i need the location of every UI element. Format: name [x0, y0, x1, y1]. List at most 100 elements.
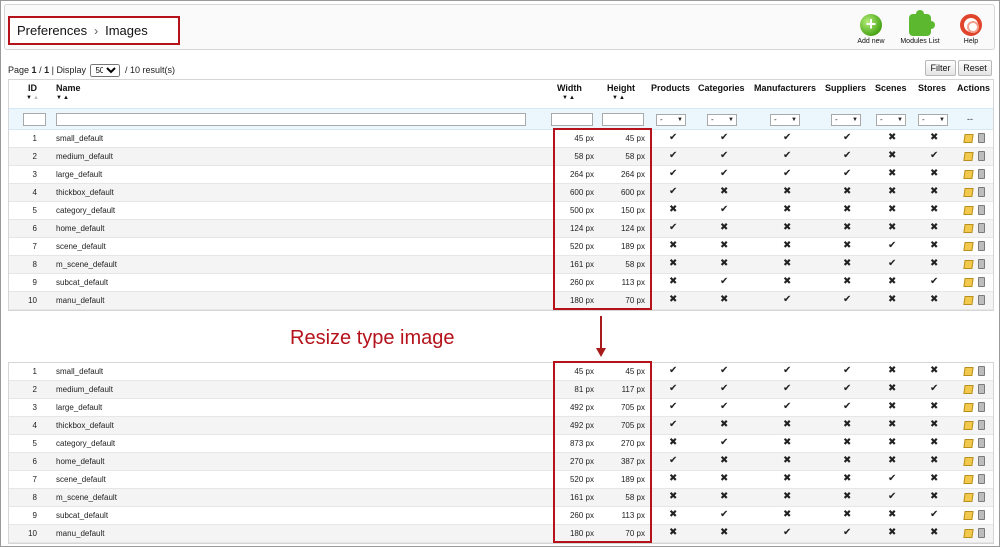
table-row[interactable]: 6 home_default 124 px 124 px ✔ ✖ ✖ ✖ ✖ ✖: [9, 220, 993, 238]
trash-icon[interactable]: [978, 169, 985, 179]
table-row[interactable]: 10 manu_default 180 px 70 px ✖ ✖ ✔ ✔ ✖ ✖: [9, 292, 993, 310]
cell-name: home_default: [56, 457, 105, 466]
table-row[interactable]: 3 large_default 264 px 264 px ✔ ✔ ✔ ✔ ✖ ✖: [9, 166, 993, 184]
sort-name-icon[interactable]: ▼▲: [56, 95, 70, 101]
filter-manufacturers-select[interactable]: -: [770, 114, 800, 126]
cross-icon: ✖: [843, 240, 852, 251]
trash-icon[interactable]: [978, 151, 985, 161]
col-name[interactable]: Name: [56, 83, 81, 93]
col-id[interactable]: ID: [28, 83, 37, 93]
display-count-select[interactable]: 50: [90, 64, 121, 77]
sort-height-icon[interactable]: ▼▲: [612, 95, 626, 101]
sort-width-icon[interactable]: ▼▲: [562, 95, 576, 101]
check-icon: ✔: [843, 168, 852, 179]
table-body-before: 1 small_default 45 px 45 px ✔ ✔ ✔ ✔ ✖ ✖ 2 medium_de…: [9, 130, 993, 310]
trash-icon[interactable]: [978, 366, 985, 376]
cell-id: 3: [32, 403, 37, 412]
filter-width-input[interactable]: [551, 113, 593, 126]
puzzle-icon: [909, 10, 935, 36]
table-row[interactable]: 7 scene_default 520 px 189 px ✖ ✖ ✖ ✖ ✔ ✖: [9, 471, 993, 489]
table-row[interactable]: 3 large_default 492 px 705 px ✔ ✔ ✔ ✔ ✖ ✖: [9, 399, 993, 417]
trash-icon[interactable]: [978, 456, 985, 466]
filter-suppliers-select[interactable]: -: [831, 114, 861, 126]
table-row[interactable]: 8 m_scene_default 161 px 58 px ✖ ✖ ✖ ✖ ✔ ✖: [9, 489, 993, 507]
edit-icon[interactable]: [963, 134, 974, 143]
trash-icon[interactable]: [978, 420, 985, 430]
cross-icon: ✖: [720, 222, 729, 233]
trash-icon[interactable]: [978, 384, 985, 394]
edit-icon[interactable]: [963, 260, 974, 269]
check-icon: ✔: [888, 491, 897, 502]
edit-icon[interactable]: [963, 170, 974, 179]
edit-icon[interactable]: [963, 457, 974, 466]
edit-icon[interactable]: [963, 475, 974, 484]
trash-icon[interactable]: [978, 402, 985, 412]
table-row[interactable]: 10 manu_default 180 px 70 px ✖ ✖ ✔ ✔ ✖ ✖: [9, 525, 993, 543]
trash-icon[interactable]: [978, 187, 985, 197]
edit-icon[interactable]: [963, 403, 974, 412]
trash-icon[interactable]: [978, 528, 985, 538]
trash-icon[interactable]: [978, 492, 985, 502]
help-button[interactable]: Help: [957, 14, 985, 45]
modules-list-button[interactable]: Modules List: [897, 10, 943, 45]
filter-id-input[interactable]: [23, 113, 46, 126]
table-row[interactable]: 8 m_scene_default 161 px 58 px ✖ ✖ ✖ ✖ ✔ ✖: [9, 256, 993, 274]
table-row[interactable]: 1 small_default 45 px 45 px ✔ ✔ ✔ ✔ ✖ ✖: [9, 363, 993, 381]
cross-icon: ✖: [669, 258, 678, 269]
filter-products-select[interactable]: -: [656, 114, 686, 126]
table-row[interactable]: 7 scene_default 520 px 189 px ✖ ✖ ✖ ✖ ✔ ✖: [9, 238, 993, 256]
trash-icon[interactable]: [978, 474, 985, 484]
edit-icon[interactable]: [963, 421, 974, 430]
trash-icon[interactable]: [978, 133, 985, 143]
table-row[interactable]: 1 small_default 45 px 45 px ✔ ✔ ✔ ✔ ✖ ✖: [9, 130, 993, 148]
cell-name: manu_default: [56, 529, 105, 538]
trash-icon[interactable]: [978, 259, 985, 269]
edit-icon[interactable]: [963, 152, 974, 161]
filter-categories-select[interactable]: -: [707, 114, 737, 126]
edit-icon[interactable]: [963, 242, 974, 251]
reset-button[interactable]: Reset: [958, 60, 992, 76]
edit-icon[interactable]: [963, 511, 974, 520]
cross-icon: ✖: [930, 527, 939, 538]
cell-id: 2: [32, 152, 37, 161]
edit-icon[interactable]: [963, 439, 974, 448]
edit-icon[interactable]: [963, 278, 974, 287]
table-row[interactable]: 2 medium_default 58 px 58 px ✔ ✔ ✔ ✔ ✖ ✔: [9, 148, 993, 166]
edit-icon[interactable]: [963, 296, 974, 305]
trash-icon[interactable]: [978, 223, 985, 233]
table-row[interactable]: 2 medium_default 81 px 117 px ✔ ✔ ✔ ✔ ✖ ✔: [9, 381, 993, 399]
edit-icon[interactable]: [963, 529, 974, 538]
trash-icon[interactable]: [978, 277, 985, 287]
cross-icon: ✖: [783, 204, 792, 215]
table-row[interactable]: 5 category_default 873 px 270 px ✖ ✔ ✖ ✖ ✖ ✖: [9, 435, 993, 453]
trash-icon[interactable]: [978, 205, 985, 215]
trash-icon[interactable]: [978, 295, 985, 305]
filter-name-input[interactable]: [56, 113, 526, 126]
edit-icon[interactable]: [963, 188, 974, 197]
table-row[interactable]: 9 subcat_default 260 px 113 px ✖ ✔ ✖ ✖ ✖ ✔: [9, 274, 993, 292]
filter-stores-select[interactable]: -: [918, 114, 948, 126]
table-row[interactable]: 5 category_default 500 px 150 px ✖ ✔ ✖ ✖ ✖ ✖: [9, 202, 993, 220]
breadcrumb-parent[interactable]: Preferences: [17, 23, 87, 38]
sort-id-icon[interactable]: ▼▲: [26, 95, 40, 101]
add-new-button[interactable]: + Add new: [853, 14, 889, 45]
filter-height-input[interactable]: [602, 113, 644, 126]
table-row[interactable]: 4 thickbox_default 600 px 600 px ✔ ✖ ✖ ✖ ✖ ✖: [9, 184, 993, 202]
table-row[interactable]: 4 thickbox_default 492 px 705 px ✔ ✖ ✖ ✖ ✖ ✖: [9, 417, 993, 435]
table-row[interactable]: 9 subcat_default 260 px 113 px ✖ ✔ ✖ ✖ ✖ ✔: [9, 507, 993, 525]
edit-icon[interactable]: [963, 367, 974, 376]
trash-icon[interactable]: [978, 510, 985, 520]
filter-button[interactable]: Filter: [925, 60, 956, 76]
edit-icon[interactable]: [963, 206, 974, 215]
col-width[interactable]: Width: [557, 83, 582, 93]
col-height[interactable]: Height: [607, 83, 635, 93]
edit-icon[interactable]: [963, 493, 974, 502]
cell-name: small_default: [56, 367, 104, 376]
edit-icon[interactable]: [963, 224, 974, 233]
filter-row: - - - - - - --: [9, 108, 993, 130]
edit-icon[interactable]: [963, 385, 974, 394]
filter-scenes-select[interactable]: -: [876, 114, 906, 126]
trash-icon[interactable]: [978, 241, 985, 251]
table-row[interactable]: 6 home_default 270 px 387 px ✔ ✖ ✖ ✖ ✖ ✖: [9, 453, 993, 471]
trash-icon[interactable]: [978, 438, 985, 448]
